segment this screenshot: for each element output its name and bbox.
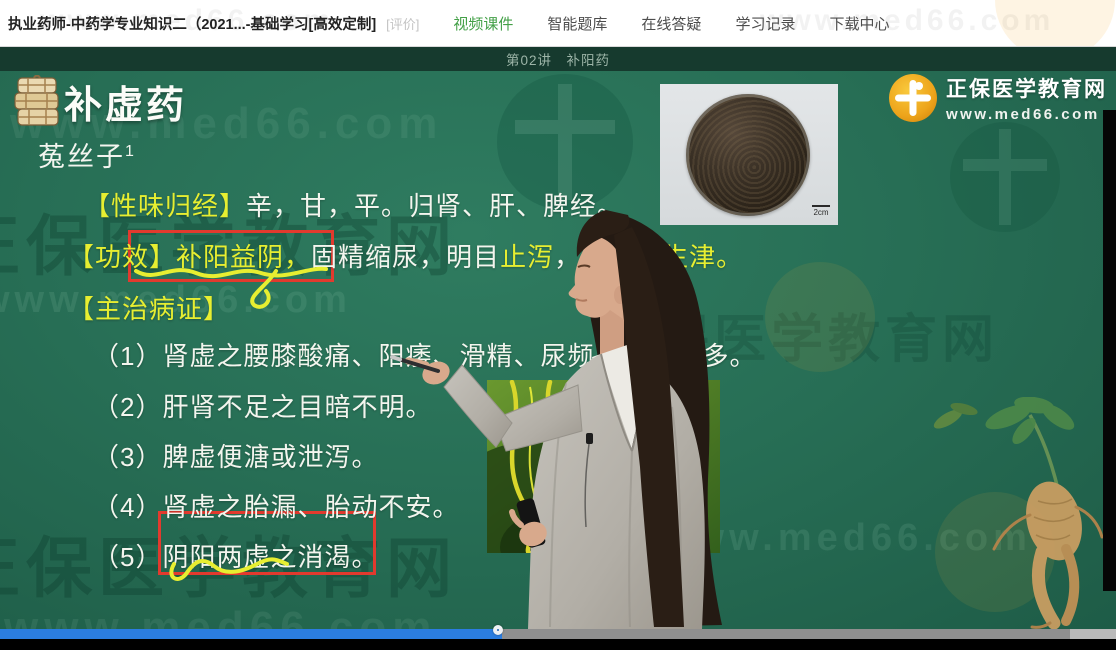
seeds-texture xyxy=(686,94,810,216)
item5-prefix: （5） xyxy=(93,542,162,572)
herb-name-superscript: 1 xyxy=(125,143,136,160)
herb-bundle-icon xyxy=(12,75,62,129)
brand-name: 正保医学教育网 xyxy=(946,73,1107,103)
app-window: www.med66.com www.med66.com 执业药师-中药学专业知识… xyxy=(0,0,1116,650)
tab-question-bank[interactable]: 智能题库 xyxy=(547,13,607,34)
right-letterbox-strip xyxy=(1103,110,1116,591)
ginseng-decoration xyxy=(930,397,1116,629)
progress-played xyxy=(0,629,502,639)
watermark-logo-circle xyxy=(760,257,880,377)
herb-name-text: 菟丝子 xyxy=(38,142,125,172)
bottom-black-bar xyxy=(0,639,1116,650)
med66-logo-icon xyxy=(888,73,938,123)
nav-tabs: 视频课件 智能题库 在线答疑 学习记录 下载中心 xyxy=(453,13,889,34)
presenter xyxy=(380,207,740,629)
lecture-title: 第02讲 补阳药 xyxy=(506,49,610,69)
tab-video-courseware[interactable]: 视频课件 xyxy=(453,13,513,34)
xingwei-label: 【性味归经】 xyxy=(84,191,246,221)
yellow-underline-squiggle xyxy=(162,542,302,587)
watermark-logo-circle xyxy=(945,117,1065,237)
rate-link[interactable]: [评价] xyxy=(386,14,419,33)
video-progress-bar[interactable] xyxy=(0,629,1116,639)
watermark-url: www.med66.com xyxy=(4,603,437,629)
herb-seeds-photo: 2cm xyxy=(660,84,838,225)
video-player[interactable]: www.med66.com 正保医学教育网 www.med66.com 正保医学… xyxy=(0,47,1116,629)
tab-study-record[interactable]: 学习记录 xyxy=(735,13,795,34)
photo-scale-bar: 2cm xyxy=(812,205,830,217)
course-title: 执业药师-中药学专业知识二（2021...-基础学习[高效定制] xyxy=(8,13,376,34)
top-navigation-bar: www.med66.com www.med66.com 执业药师-中药学专业知识… xyxy=(0,0,1116,47)
progress-buffer-tail xyxy=(1070,629,1116,639)
topbar-watermark-circle xyxy=(995,0,1115,47)
herb-name: 菟丝子1 xyxy=(38,135,136,174)
tab-online-qa[interactable]: 在线答疑 xyxy=(641,13,701,34)
slide-section-title: 补虚药 xyxy=(64,74,187,129)
photo-scale-label: 2cm xyxy=(813,208,828,217)
zhuzhi-label: 【主治病证】 xyxy=(68,289,230,326)
tab-download-center[interactable]: 下载中心 xyxy=(829,13,889,34)
brand-url: www.med66.com xyxy=(946,106,1107,123)
brand-logo-block: 正保医学教育网 www.med66.com xyxy=(888,73,1107,123)
indication-item: （3）脾虚便溏或泄泻。 xyxy=(93,437,378,474)
clip-microphone xyxy=(586,433,593,444)
lecture-title-bar: 第02讲 补阳药 xyxy=(0,47,1116,71)
